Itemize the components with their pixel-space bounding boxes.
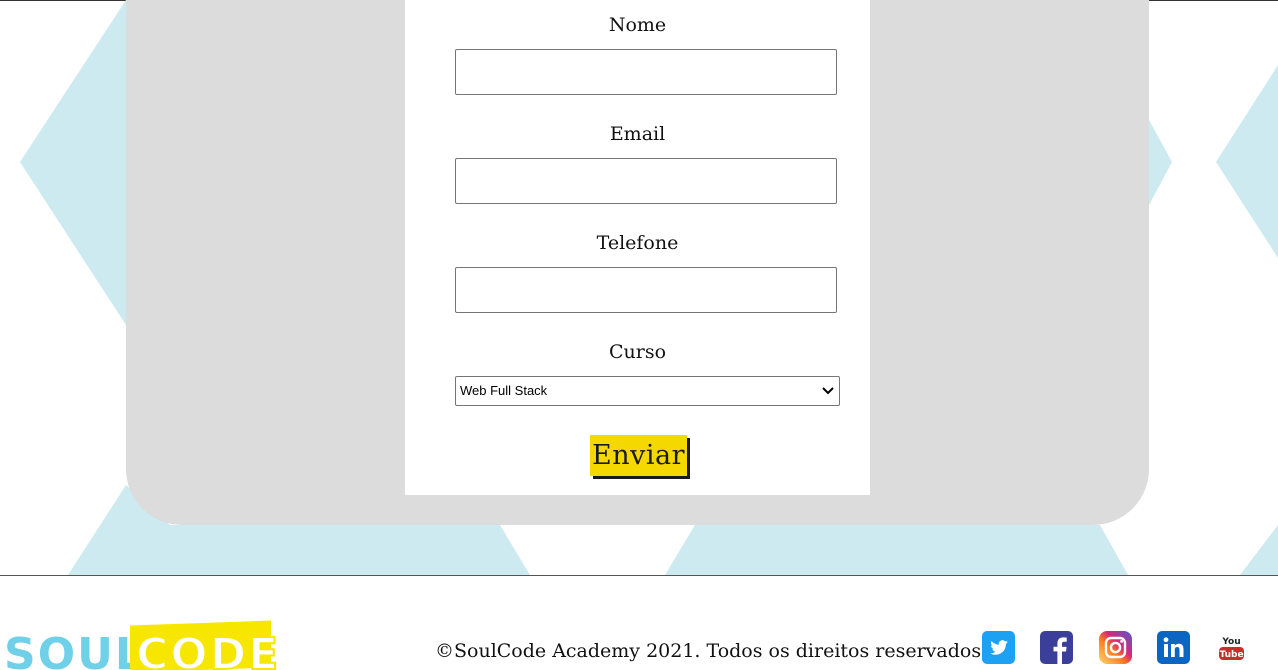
chevron-down-icon — [821, 383, 835, 399]
email-label: Email — [609, 123, 666, 145]
svg-text:You: You — [1221, 637, 1240, 647]
phone-label: Telefone — [596, 232, 679, 254]
instagram-icon[interactable] — [1099, 631, 1132, 664]
course-selected-value: Web Full Stack — [460, 383, 548, 398]
phone-input[interactable] — [455, 267, 837, 313]
copyright-text: ©SoulCode Academy 2021. Todos os direito… — [435, 640, 982, 662]
name-label: Nome — [608, 14, 667, 36]
logo-part-soul: SOUL — [4, 629, 145, 670]
svg-text:Tube: Tube — [1219, 650, 1243, 660]
twitter-icon[interactable] — [982, 631, 1015, 664]
name-input[interactable] — [455, 49, 837, 95]
footer: SOUL CODE ©SoulCode Academy 2021. Todos … — [0, 576, 1278, 670]
linkedin-icon[interactable] — [1157, 631, 1190, 664]
email-input[interactable] — [455, 158, 837, 204]
soulcode-logo[interactable]: SOUL CODE — [4, 620, 279, 670]
submit-button[interactable]: Enviar — [590, 435, 687, 476]
course-label: Curso — [608, 341, 667, 363]
facebook-icon[interactable] — [1040, 631, 1073, 664]
youtube-icon[interactable]: You Tube — [1215, 631, 1248, 664]
course-select[interactable]: Web Full Stack — [455, 376, 840, 406]
contact-form: Nome Email Telefone Curso Web Full Stack… — [405, 0, 870, 495]
logo-part-code: CODE — [135, 628, 281, 670]
